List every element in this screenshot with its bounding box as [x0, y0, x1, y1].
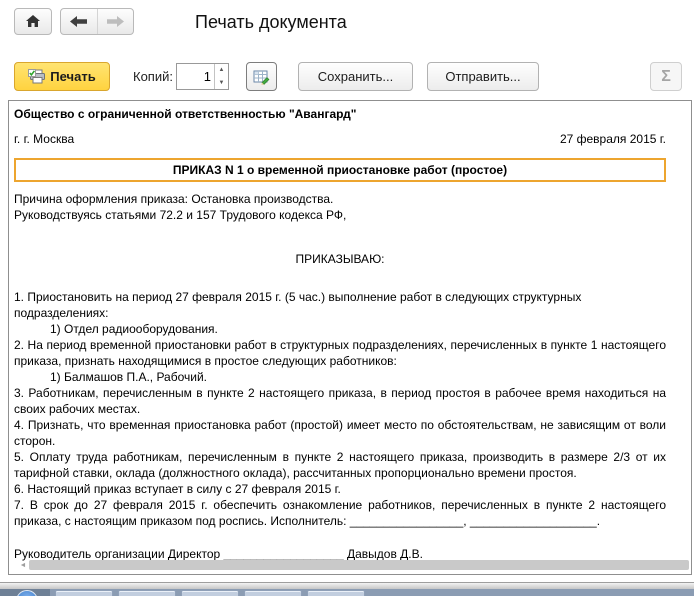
home-icon	[26, 15, 40, 28]
back-button[interactable]	[61, 9, 97, 34]
save-button[interactable]: Сохранить...	[298, 62, 413, 91]
document-city: г. г. Москва	[14, 132, 75, 146]
taskbar-button[interactable]	[244, 590, 302, 596]
print-button[interactable]: Печать	[14, 62, 110, 91]
order-title: ПРИКАЗ N 1 о временной приостановке рабо…	[14, 158, 666, 182]
order-paragraph: 3. Работникам, перечисленным в пункте 2 …	[14, 386, 666, 416]
order-paragraph: 4. Признать, что временная приостановка …	[14, 418, 666, 448]
print-document-window: Печать документа Печать Копий: ▲ ▼	[0, 0, 694, 596]
sum-button[interactable]: Σ	[650, 62, 682, 91]
taskbar-button[interactable]	[181, 590, 239, 596]
spin-down-button[interactable]: ▼	[215, 77, 228, 90]
send-button[interactable]: Отправить...	[427, 62, 539, 91]
taskbar-button[interactable]	[55, 590, 113, 596]
scrollbar-thumb[interactable]	[29, 560, 689, 570]
copies-input[interactable]	[177, 64, 214, 89]
table-settings-button[interactable]	[246, 62, 277, 91]
order-paragraph: 1. Приостановить на период 27 февраля 20…	[14, 290, 582, 320]
copies-stepper: ▲ ▼	[176, 63, 229, 90]
arrow-left-icon	[70, 16, 88, 27]
taskbar-button[interactable]	[307, 590, 365, 596]
order-subitem: 1) Отдел радиооборудования.	[50, 322, 218, 336]
start-orb-icon	[16, 590, 38, 596]
history-nav-group	[60, 8, 134, 35]
page-title: Печать документа	[195, 12, 347, 32]
city-date-row: г. г. Москва 27 февраля 2015 г.	[14, 132, 666, 146]
spin-up-button[interactable]: ▲	[215, 64, 228, 77]
taskbar-button[interactable]	[118, 590, 176, 596]
toolbar: Печать Копий: ▲ ▼	[0, 62, 694, 92]
copies-spin-buttons: ▲ ▼	[214, 64, 228, 89]
home-button[interactable]	[14, 8, 52, 35]
arrow-right-icon	[106, 16, 124, 27]
table-edit-icon	[253, 69, 270, 85]
os-taskbar	[0, 589, 694, 596]
scroll-left-icon[interactable]: ◄	[17, 562, 29, 569]
document-date: 27 февраля 2015 г.	[559, 132, 666, 146]
order-directive: ПРИКАЗЫВАЮ:	[295, 252, 385, 266]
forward-button[interactable]	[96, 9, 134, 34]
order-paragraph: 7. В срок до 27 февраля 2015 г. обеспечи…	[14, 498, 666, 528]
horizontal-scrollbar: ◄	[17, 559, 689, 571]
order-paragraph: 6. Настоящий приказ вступает в силу с 27…	[14, 482, 341, 496]
copies-label: Копий:	[133, 69, 173, 84]
document-content: Общество с ограниченной ответственностью…	[14, 101, 666, 562]
doc-body-items: 1. Приостановить на период 27 февраля 20…	[14, 289, 666, 529]
order-reason: Причина оформления приказа: Остановка пр…	[14, 192, 334, 206]
order-basis: Руководствуясь статьями 72.2 и 157 Трудо…	[14, 208, 347, 222]
window-bottom-edge	[0, 582, 694, 589]
print-button-label: Печать	[50, 69, 96, 84]
order-paragraph: 2. На период временной приостановки рабо…	[14, 338, 666, 368]
order-paragraph: 5. Оплату труда работникам, перечисленны…	[14, 450, 666, 480]
printer-check-icon	[28, 69, 46, 84]
order-subitem: 1) Балмашов П.А., Рабочий.	[50, 370, 208, 384]
company-name: Общество с ограниченной ответственностью…	[14, 107, 357, 121]
taskbar-start-zone[interactable]	[0, 589, 50, 596]
document-preview: Общество с ограниченной ответственностью…	[8, 100, 692, 575]
